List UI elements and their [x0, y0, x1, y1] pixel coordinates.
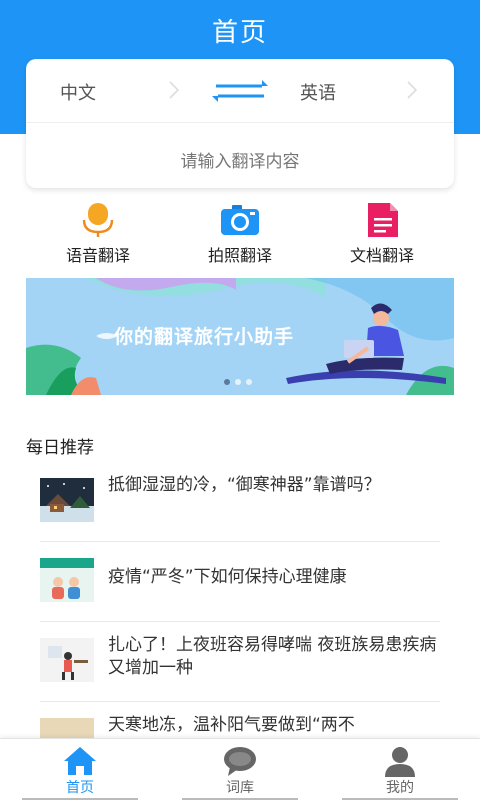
target-language-button[interactable]: 英语	[300, 79, 336, 105]
banner-title: 你的翻译旅行小助手	[114, 326, 295, 348]
tab-label: 首页	[66, 780, 94, 796]
tab-label: 我的	[386, 780, 414, 796]
source-language-button[interactable]: 中文	[60, 79, 96, 105]
document-icon	[368, 203, 398, 237]
voice-translate-button[interactable]: 语音翻译	[28, 202, 168, 265]
home-icon	[64, 747, 96, 775]
tab-profile[interactable]: 我的	[320, 739, 480, 800]
language-selector-row: 中文 英语	[26, 59, 454, 123]
news-title: 扎心了！上夜班容易得哮喘 夜班族易患疾病又增加一种	[108, 635, 437, 678]
user-icon	[385, 747, 415, 777]
translate-card: 中文 英语 请输入翻译内容	[26, 59, 454, 188]
news-title: 疫情“严冬”下如何保持心理健康	[108, 567, 347, 587]
list-item[interactable]: 疫情“严冬”下如何保持心理健康	[40, 542, 440, 622]
translate-input[interactable]: 请输入翻译内容	[26, 147, 454, 172]
feature-label: 语音翻译	[65, 246, 130, 265]
promo-banner[interactable]: 你的翻译旅行小助手	[26, 278, 454, 395]
photo-translate-button[interactable]: 拍照翻译	[170, 202, 310, 265]
feature-label: 文档翻译	[349, 246, 414, 265]
camera-icon	[221, 205, 259, 235]
tab-vocabulary[interactable]: 词库	[160, 739, 320, 800]
tab-label: 词库	[226, 780, 254, 796]
document-translate-button[interactable]: 文档翻译	[312, 202, 452, 265]
news-thumbnail	[40, 558, 94, 602]
news-title: 天寒地冻，温补阳气要做到“两不	[108, 715, 355, 735]
news-thumbnail	[40, 478, 94, 522]
list-item[interactable]: 抵御湿湿的冷，“御寒神器”靠谱吗？	[40, 462, 440, 542]
news-title: 抵御湿湿的冷，“御寒神器”靠谱吗？	[108, 475, 381, 495]
section-title: 每日推荐	[26, 438, 94, 458]
feature-label: 拍照翻译	[207, 246, 272, 265]
tab-home[interactable]: 首页	[0, 739, 160, 800]
list-item[interactable]: 扎心了！上夜班容易得哮喘 夜班族易患疾病又增加一种	[40, 622, 440, 702]
chevron-right-icon	[169, 81, 180, 99]
news-thumbnail	[40, 638, 94, 682]
chat-bubble-icon	[224, 747, 256, 776]
swap-languages-icon[interactable]	[212, 79, 268, 103]
page-title: 首页	[211, 18, 268, 48]
chevron-right-icon	[407, 81, 418, 99]
bottom-tab-bar: 首页 词库 我的	[0, 738, 480, 800]
microphone-icon	[82, 203, 114, 237]
